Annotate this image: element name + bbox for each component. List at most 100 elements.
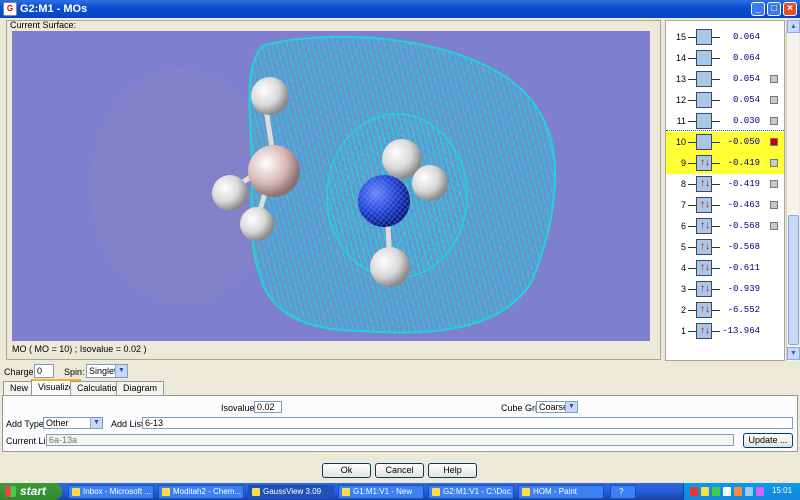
tray-icon[interactable] [712, 487, 720, 496]
mo-level-row[interactable]: 4 ↑↓ -0.611 [666, 258, 784, 279]
electron-pair-icon: ↑↓ [700, 283, 710, 294]
mo-energy: 0.064 [732, 32, 760, 42]
orbital-box[interactable] [696, 134, 712, 150]
chevron-down-icon[interactable]: ▼ [565, 402, 577, 412]
mo-select-checkbox[interactable] [770, 75, 778, 83]
tray-icon[interactable] [734, 487, 742, 496]
mo-level-row[interactable]: 8 ↑↓ -0.419 [666, 174, 784, 195]
task-chemdraw[interactable]: Moditah2 - Chem... [158, 485, 244, 499]
mo-level-row[interactable]: 6 ↑↓ -0.568 [666, 216, 784, 237]
mo-level-row[interactable]: 12 0.054 [666, 90, 784, 111]
task-inbox[interactable]: Inbox - Microsoft ... [68, 485, 154, 499]
tray-icon[interactable] [690, 487, 698, 496]
mo-level-row[interactable]: 2 ↑↓ -6.552 [666, 300, 784, 321]
orbital-box[interactable] [696, 113, 712, 129]
orbital-box[interactable]: ↑↓ [696, 302, 712, 318]
ok-button[interactable]: Ok [322, 463, 371, 478]
orbital-box[interactable]: ↑↓ [696, 197, 712, 213]
orbital-box[interactable]: ↑↓ [696, 176, 712, 192]
charge-input[interactable]: 0 [34, 364, 54, 378]
orbital-box[interactable] [696, 50, 712, 66]
mo-select-checkbox[interactable] [770, 201, 778, 209]
chevron-down-icon[interactable]: ▼ [90, 418, 102, 428]
mo-select-checkbox[interactable] [770, 96, 778, 104]
mo-level-row[interactable]: 10 -0.050 [666, 132, 784, 153]
current-mo-marker[interactable] [770, 138, 778, 146]
task-g1-new[interactable]: G1:M1:V1 - New [338, 485, 424, 499]
hydrogen-atom [412, 165, 448, 201]
paint-icon [522, 488, 530, 496]
document-icon [162, 488, 170, 496]
mo-level-row[interactable]: 1 ↑↓ -13.964 [666, 321, 784, 342]
task-label: G2:M1:V1 - C:\Doc... [443, 487, 514, 496]
orbital-box[interactable]: ↑↓ [696, 218, 712, 234]
task-label: G1:M1:V1 - New [353, 487, 413, 496]
mo-scrollbar[interactable]: ▲ ▼ [786, 20, 800, 361]
hydrogen-atom [251, 77, 289, 115]
electron-pair-icon: ↑↓ [700, 304, 710, 315]
app-icon[interactable]: G [3, 2, 17, 16]
tray-icon[interactable] [723, 487, 731, 496]
molecule-viewport[interactable] [12, 31, 650, 341]
orbital-box[interactable]: ↑↓ [696, 239, 712, 255]
molecule-render [90, 35, 557, 334]
task-paint[interactable]: HOM - Paint [518, 485, 604, 499]
scroll-thumb[interactable] [788, 215, 799, 345]
mo-diagram-panel[interactable]: 15 0.064 14 0.064 13 0.054 12 0.054 11 0.030 10 -0.… [665, 20, 785, 361]
mo-level-row[interactable]: 15 0.064 [666, 27, 784, 48]
mo-index: 9 [680, 158, 686, 168]
mo-index: 10 [675, 137, 686, 147]
close-button[interactable]: × [783, 2, 797, 16]
charge-label: Charge: [4, 367, 37, 377]
orbital-box[interactable] [696, 71, 712, 87]
add-list-label: Add List: [111, 419, 147, 429]
tray-icon[interactable] [701, 487, 709, 496]
mo-level-row[interactable]: 11 0.030 [666, 111, 784, 132]
scroll-down-icon[interactable]: ▼ [787, 347, 800, 360]
spin-select[interactable]: Singlet ▼ [86, 364, 128, 378]
tray-icon[interactable] [756, 487, 764, 496]
mo-select-checkbox[interactable] [770, 180, 778, 188]
orbital-box[interactable]: ↑↓ [696, 260, 712, 276]
orbital-box[interactable]: ↑↓ [696, 323, 712, 339]
scroll-up-icon[interactable]: ▲ [787, 20, 800, 33]
mo-level-row[interactable]: 14 0.064 [666, 48, 784, 69]
help-button[interactable]: Help [428, 463, 477, 478]
orbital-box[interactable] [696, 92, 712, 108]
orbital-box[interactable]: ↑↓ [696, 281, 712, 297]
cancel-button[interactable]: Cancel [375, 463, 424, 478]
mo-select-checkbox[interactable] [770, 117, 778, 125]
task-gaussview[interactable]: GaussView 3.09 [248, 485, 334, 499]
electron-pair-icon: ↑↓ [700, 262, 710, 273]
tab-diagram[interactable]: Diagram [116, 381, 165, 395]
mo-level-row[interactable]: 5 ↑↓ -0.568 [666, 237, 784, 258]
start-label: start [20, 484, 47, 498]
windows-logo-icon [5, 486, 16, 497]
mo-index: 3 [680, 284, 686, 294]
cube-grid-select[interactable]: Coarse ▼ [536, 401, 578, 413]
task-g2-doc[interactable]: G2:M1:V1 - C:\Doc... [428, 485, 514, 499]
mo-level-row[interactable]: 3 ↑↓ -0.939 [666, 279, 784, 300]
maximize-button[interactable]: □ [767, 2, 781, 16]
tray-icon[interactable] [745, 487, 753, 496]
add-type-value: Other [46, 418, 69, 428]
mo-select-checkbox[interactable] [770, 159, 778, 167]
mo-level-row[interactable]: 13 0.054 [666, 69, 784, 90]
add-list-input[interactable]: 6-13 [142, 417, 793, 429]
update-button[interactable]: Update ... [743, 433, 793, 448]
minimize-button[interactable]: _ [751, 2, 765, 16]
task-help[interactable]: ? [610, 485, 636, 499]
mo-level-row[interactable]: 7 ↑↓ -0.463 [666, 195, 784, 216]
isovalue-input[interactable]: 0.02 [254, 401, 282, 413]
mail-icon [72, 488, 80, 496]
mo-select-checkbox[interactable] [770, 222, 778, 230]
window-icon [342, 488, 350, 496]
title-bar[interactable]: G2:M1 - MOs [0, 0, 800, 18]
orbital-box[interactable]: ↑↓ [696, 155, 712, 171]
start-button[interactable]: start [0, 483, 62, 500]
mo-index: 4 [680, 263, 686, 273]
mo-level-row[interactable]: 9 ↑↓ -0.419 [666, 153, 784, 174]
chevron-down-icon[interactable]: ▼ [115, 365, 127, 377]
orbital-box[interactable] [696, 29, 712, 45]
add-type-select[interactable]: Other ▼ [43, 417, 103, 429]
